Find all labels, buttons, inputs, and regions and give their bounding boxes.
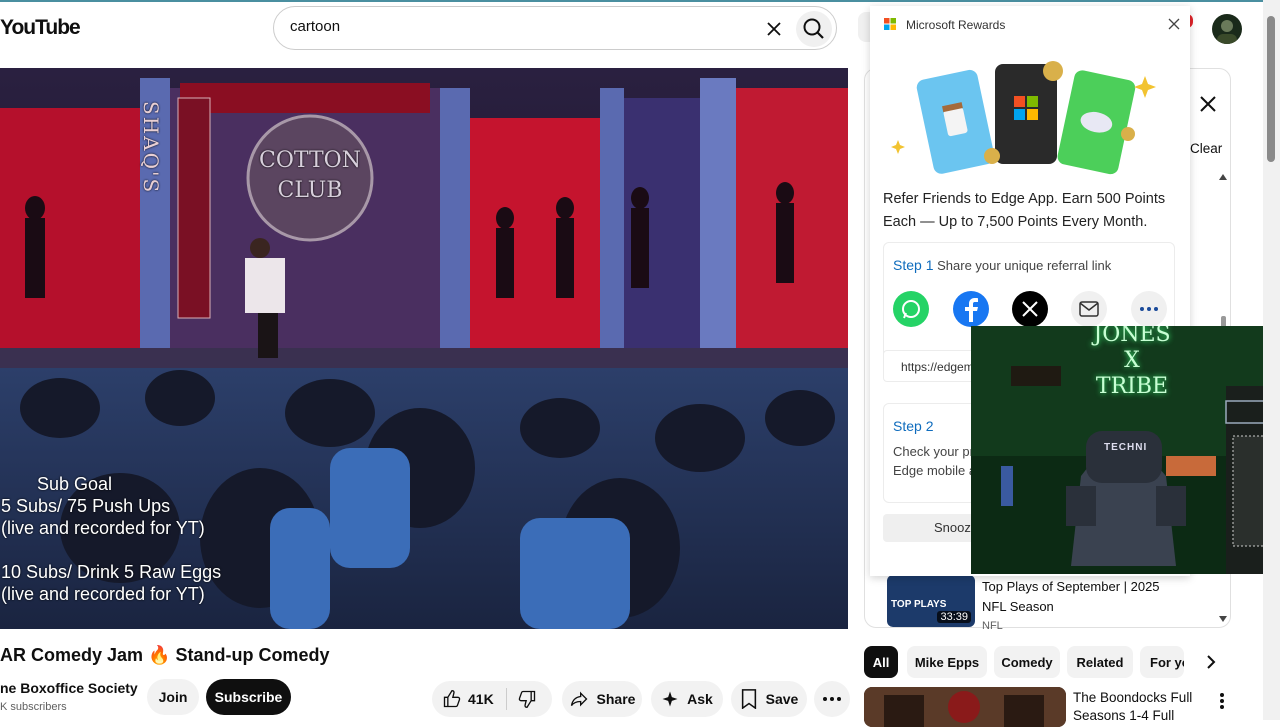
recommendation-title-line: The Boondocks Full xyxy=(1073,690,1193,705)
share-icon xyxy=(570,691,587,707)
recommendation-title-line: Seasons 1-4 Full xyxy=(1073,708,1175,723)
close-rewards-icon[interactable] xyxy=(1167,17,1181,31)
chip-related[interactable]: Related xyxy=(1067,646,1133,678)
chip-all[interactable]: All xyxy=(864,646,898,678)
step-2-text: Check your pr xyxy=(893,444,974,459)
x-twitter-icon[interactable] xyxy=(1012,291,1048,327)
microsoft-logo-icon xyxy=(884,18,896,30)
save-label: Save xyxy=(765,691,799,707)
more-vertical-icon[interactable] xyxy=(1219,692,1225,710)
video-title: AR Comedy Jam 🔥 Stand-up Comedy xyxy=(0,645,330,665)
recommendation-title[interactable]: Top Plays of September | 2025 NFL Season xyxy=(982,577,1160,617)
more-share-options-icon[interactable] xyxy=(1131,291,1167,327)
email-icon[interactable] xyxy=(1071,291,1107,327)
sub-goal-line: (live and recorded for YT) xyxy=(1,584,205,604)
close-panel-icon[interactable] xyxy=(1199,95,1217,113)
search-box[interactable] xyxy=(273,6,837,50)
rewards-description: Refer Friends to Edge App. Earn 500 Poin… xyxy=(883,191,1166,230)
avatar[interactable] xyxy=(1212,14,1242,44)
thumbnail-text: TOP PLAYS xyxy=(891,599,947,610)
chair-logo-text: TECHNI xyxy=(1104,442,1148,453)
sub-goal-line: (live and recorded for YT) xyxy=(1,518,205,538)
neon-sign: JONES X TRIBE xyxy=(1089,326,1175,400)
rewards-title: Microsoft Rewards xyxy=(906,18,1006,32)
video-player[interactable]: SHAQ'S COTTON CLUB Sub Goal 5 Subs/ 75 P… xyxy=(0,68,848,629)
step-1-label: Step 1 xyxy=(893,257,934,273)
neon-line: JONES xyxy=(1093,326,1171,347)
step-2-text: Edge mobile a xyxy=(893,463,977,478)
panel-scroll-up-icon[interactable] xyxy=(1219,174,1227,180)
like-button[interactable]: 41K xyxy=(442,689,494,709)
recommendation-title-line: Top Plays of September | 2025 xyxy=(982,579,1160,594)
video-frame xyxy=(0,68,848,629)
page-scrollbar[interactable] xyxy=(1263,0,1280,720)
chip-for-you[interactable]: For yo xyxy=(1140,646,1184,678)
share-button[interactable]: Share xyxy=(562,681,642,717)
clear-button[interactable]: Clear xyxy=(1190,141,1222,156)
whatsapp-icon[interactable] xyxy=(893,291,929,327)
ask-button[interactable]: Ask xyxy=(651,681,723,717)
save-button[interactable]: Save xyxy=(731,681,807,717)
like-divider xyxy=(505,688,507,710)
ask-label: Ask xyxy=(687,691,713,707)
stage-sign-vertical: SHAQ'S xyxy=(139,101,163,195)
facebook-icon[interactable] xyxy=(953,291,989,327)
like-dislike-group: 41K xyxy=(432,681,552,717)
search-icon xyxy=(803,18,824,39)
youtube-logo[interactable]: YouTube xyxy=(0,16,81,40)
panel-scroll-down-icon[interactable] xyxy=(1219,616,1227,622)
search-button[interactable] xyxy=(796,11,832,47)
step-2-label: Step 2 xyxy=(893,418,934,434)
window-top-border xyxy=(0,0,1280,2)
chip-comedy[interactable]: Comedy xyxy=(994,646,1060,678)
chips-next-icon[interactable] xyxy=(1202,653,1220,671)
search-input[interactable] xyxy=(288,17,732,36)
sub-goal-line: 5 Subs/ 75 Push Ups xyxy=(1,496,171,516)
thumbs-up-icon xyxy=(443,689,461,708)
share-label: Share xyxy=(596,691,636,707)
thumbs-down-icon[interactable] xyxy=(517,689,537,709)
referral-link-text: https://edgem xyxy=(901,360,974,374)
more-horizontal-icon xyxy=(823,697,841,701)
subscriber-count: K subscribers xyxy=(0,701,67,713)
webcam-overlay: JONES X TRIBE TECHNI xyxy=(971,326,1280,574)
join-button[interactable]: Join xyxy=(147,679,199,715)
more-actions-button[interactable] xyxy=(814,681,850,717)
step-1-text: Share your unique referral link xyxy=(937,258,1112,273)
clear-search-icon[interactable] xyxy=(762,17,786,41)
like-count: 41K xyxy=(468,691,494,707)
bookmark-icon xyxy=(741,689,756,709)
sub-goal-line: 10 Subs/ Drink 5 Raw Eggs xyxy=(1,562,222,582)
page-scrollbar-thumb[interactable] xyxy=(1267,16,1275,162)
neon-line: TRIBE xyxy=(1095,374,1169,399)
channel-name[interactable]: ne Boxoffice Society xyxy=(0,680,138,696)
video-thumbnail[interactable]: TOP PLAYS 33:39 xyxy=(887,575,975,627)
recommendation-channel: NFL xyxy=(982,620,1003,632)
video-thumbnail[interactable] xyxy=(864,687,1066,727)
video-duration: 33:39 xyxy=(937,611,971,623)
neon-line: X xyxy=(1124,348,1140,373)
subscribe-button[interactable]: Subscribe xyxy=(206,679,291,715)
chip-mike-epps[interactable]: Mike Epps xyxy=(907,646,987,678)
gift-cards-illustration xyxy=(891,61,1156,175)
sparkle-icon xyxy=(662,691,678,707)
recommendation-title-line: NFL Season xyxy=(982,599,1054,614)
stage-sign-round: COTTON CLUB xyxy=(259,148,361,203)
sub-goal-heading: Sub Goal xyxy=(37,474,113,494)
